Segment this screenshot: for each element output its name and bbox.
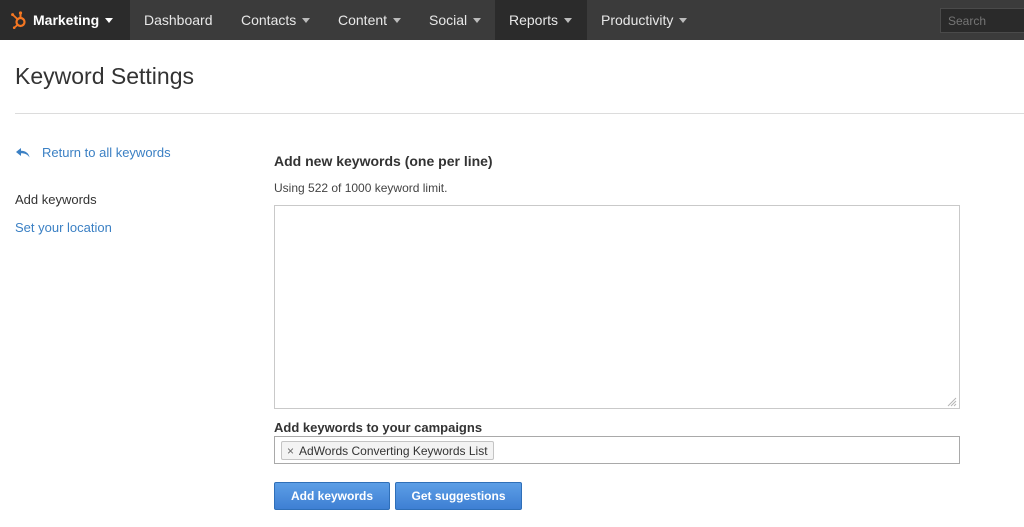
campaign-token: × AdWords Converting Keywords List [281, 441, 494, 460]
chevron-down-icon [302, 17, 311, 23]
page-title: Keyword Settings [15, 63, 194, 89]
keywords-textarea[interactable] [274, 205, 960, 409]
nav-item-label: Productivity [601, 12, 674, 28]
nav-item-productivity[interactable]: Productivity [587, 0, 701, 40]
nav-item-label: Dashboard [144, 12, 213, 28]
return-link-label: Return to all keywords [42, 145, 171, 160]
sidebar-item-set-location[interactable]: Set your location [15, 220, 112, 235]
nav-item-content[interactable]: Content [324, 0, 415, 40]
nav-brand-label: Marketing [33, 12, 100, 28]
nav-brand-marketing[interactable]: Marketing [0, 0, 130, 40]
nav-item-label: Content [338, 12, 388, 28]
top-nav-bar: Marketing Dashboard Contacts Content Soc… [0, 0, 1024, 40]
resize-grip-icon[interactable] [946, 396, 957, 407]
nav-item-label: Reports [509, 12, 559, 28]
close-icon[interactable]: × [287, 444, 294, 458]
campaigns-label: Add keywords to your campaigns [274, 420, 483, 435]
chevron-down-icon [679, 17, 688, 23]
nav-item-dashboard[interactable]: Dashboard [130, 0, 227, 40]
return-to-keywords-link[interactable]: Return to all keywords [15, 145, 171, 160]
nav-item-social[interactable]: Social [415, 0, 495, 40]
chevron-down-icon [105, 17, 114, 23]
reply-arrow-icon [16, 147, 30, 157]
chevron-down-icon [393, 17, 402, 23]
chevron-down-icon [564, 17, 573, 23]
get-suggestions-button[interactable]: Get suggestions [395, 482, 522, 510]
campaigns-token-input[interactable]: × AdWords Converting Keywords List [274, 436, 960, 464]
keyword-usage-text: Using 522 of 1000 keyword limit. [274, 181, 448, 195]
nav-item-label: Social [429, 12, 468, 28]
nav-item-label: Contacts [241, 12, 297, 28]
chevron-down-icon [473, 17, 482, 23]
search-input[interactable] [940, 8, 1024, 33]
add-keywords-button[interactable]: Add keywords [274, 482, 390, 510]
sidebar-item-add-keywords: Add keywords [15, 192, 97, 207]
add-keywords-heading: Add new keywords (one per line) [274, 153, 493, 169]
title-divider [15, 113, 1024, 114]
campaign-token-label: AdWords Converting Keywords List [299, 443, 488, 458]
nav-item-reports[interactable]: Reports [495, 0, 587, 40]
sprocket-logo-icon [11, 11, 26, 29]
nav-item-contacts[interactable]: Contacts [227, 0, 324, 40]
